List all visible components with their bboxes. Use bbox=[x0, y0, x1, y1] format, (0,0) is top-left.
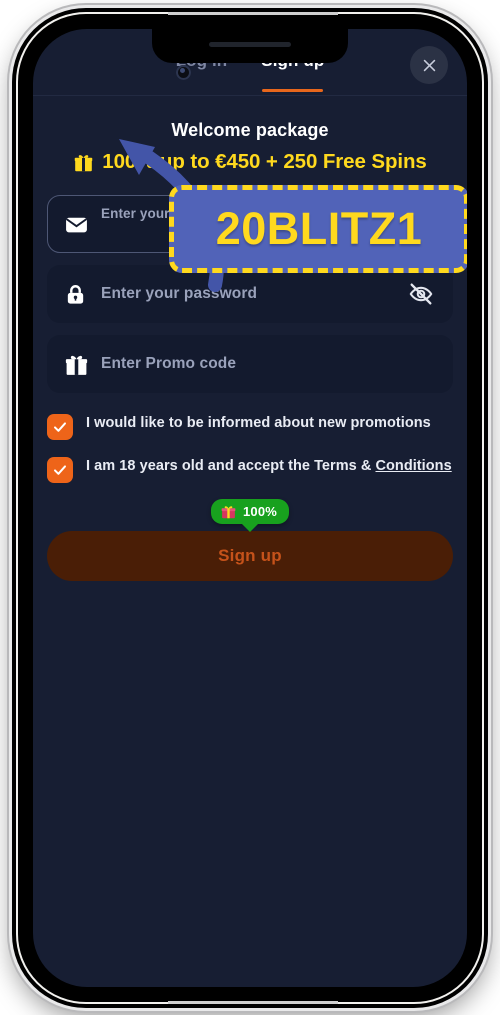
promo-code-placeholder: Enter Promo code bbox=[101, 355, 237, 372]
lock-icon bbox=[64, 283, 94, 306]
bonus-badge-text: 100% bbox=[242, 504, 278, 519]
gift-icon bbox=[64, 352, 94, 377]
promo-code-callout: 20BLITZ1 bbox=[169, 185, 467, 273]
terms-and-conditions-link[interactable]: Conditions bbox=[375, 458, 451, 474]
terms-consent-checkbox[interactable] bbox=[47, 457, 73, 483]
eye-off-icon bbox=[409, 283, 433, 305]
front-camera-icon bbox=[176, 65, 191, 80]
consent-list: I would like to be informed about new pr… bbox=[33, 405, 467, 483]
welcome-package-offer-text: 100% up to €450 + 250 Free Spins bbox=[102, 150, 427, 173]
password-field[interactable]: Enter your password bbox=[47, 265, 453, 323]
welcome-package-offer-row: 100% up to €450 + 250 Free Spins bbox=[33, 150, 467, 174]
marketing-consent-checkbox[interactable] bbox=[47, 414, 73, 440]
check-icon bbox=[54, 422, 66, 432]
screenshot-canvas: Log in Sign up Welcome package bbox=[0, 0, 500, 1015]
welcome-package-block: Welcome package 100% up to €450 + 250 Fr… bbox=[33, 96, 467, 174]
password-placeholder: Enter your password bbox=[101, 285, 258, 302]
signup-submit-button[interactable]: Sign up bbox=[47, 531, 453, 581]
envelope-icon bbox=[64, 212, 94, 237]
bonus-badge-wrap: 100% bbox=[33, 499, 467, 524]
marketing-consent-label: I would like to be informed about new pr… bbox=[86, 415, 431, 431]
close-button[interactable] bbox=[410, 46, 448, 84]
gift-present-icon bbox=[221, 506, 236, 519]
promo-code-field[interactable]: Enter Promo code bbox=[47, 335, 453, 393]
speaker-grille-icon bbox=[209, 42, 291, 47]
welcome-package-title: Welcome package bbox=[171, 120, 329, 140]
terms-consent-text: I am 18 years old and accept the Terms & bbox=[86, 458, 376, 474]
close-icon bbox=[423, 59, 435, 71]
signup-modal: Log in Sign up Welcome package bbox=[33, 29, 467, 987]
gift-icon bbox=[75, 154, 93, 171]
submit-wrap: Sign up bbox=[33, 524, 467, 581]
consent-row-marketing: I would like to be informed about new pr… bbox=[47, 413, 453, 440]
terms-consent-label: I am 18 years old and accept the Terms &… bbox=[86, 456, 452, 483]
toggle-password-visibility-button[interactable] bbox=[406, 281, 436, 307]
promo-code-value: 20BLITZ1 bbox=[215, 203, 423, 254]
check-icon bbox=[54, 465, 66, 475]
phone-screen: Log in Sign up Welcome package bbox=[33, 29, 467, 987]
consent-row-terms: I am 18 years old and accept the Terms &… bbox=[47, 456, 453, 483]
bonus-badge: 100% bbox=[210, 499, 290, 524]
